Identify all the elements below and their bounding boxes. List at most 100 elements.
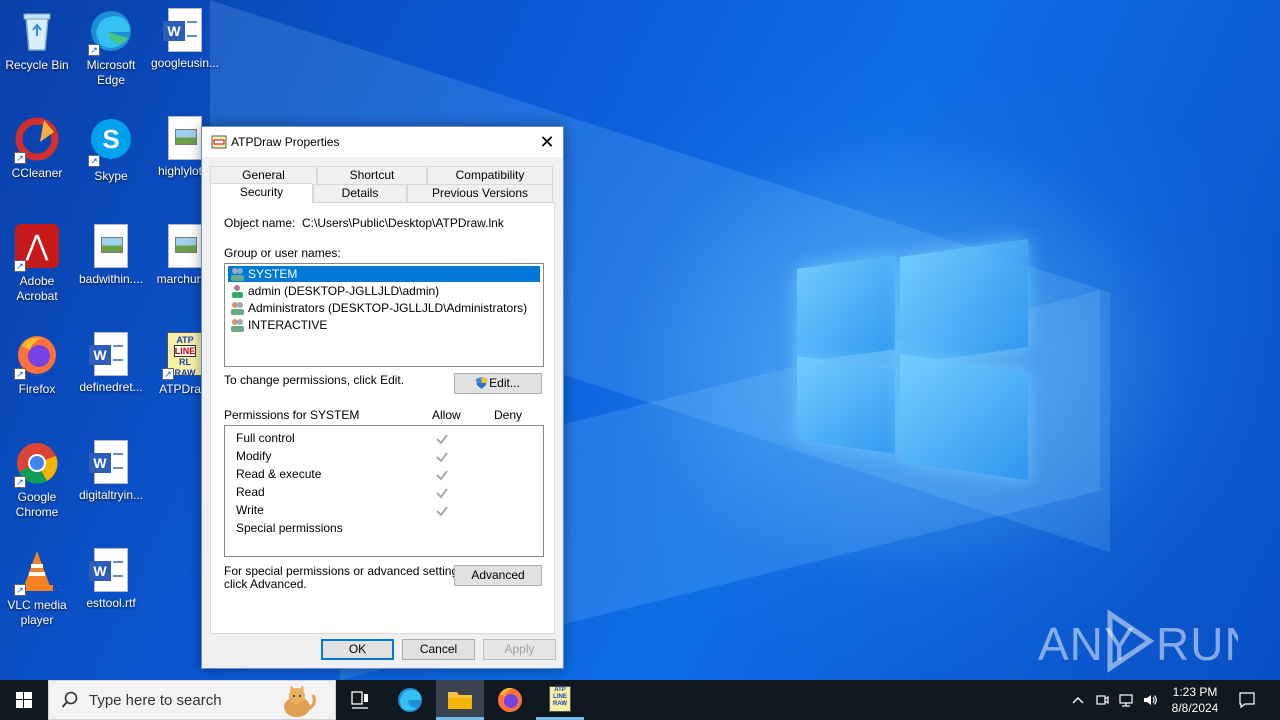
- tab-shortcut[interactable]: Shortcut: [317, 166, 427, 184]
- edit-button-label: Edit...: [489, 376, 520, 390]
- security-tab-panel: Object name: C:\Users\Public\Desktop\ATP…: [210, 202, 555, 634]
- search-icon: [61, 691, 79, 712]
- permissions-list[interactable]: Full control Modify Read & execute Read …: [224, 425, 544, 557]
- chrome-icon: ↗: [14, 440, 60, 488]
- icon-label: Google Chrome: [15, 490, 59, 519]
- logo-pane: [797, 255, 895, 363]
- desktop-icon-google-chrome[interactable]: ↗ Google Chrome: [2, 440, 72, 520]
- chevron-up-icon[interactable]: [1070, 692, 1086, 711]
- tab-label: General: [242, 168, 285, 182]
- desktop-icon-skype[interactable]: S ↗ Skype: [76, 116, 146, 184]
- allow-checkmark-icon: [435, 450, 449, 464]
- user-row-system[interactable]: SYSTEM: [228, 266, 540, 282]
- desktop-icon-ccleaner[interactable]: ↗ CCleaner: [2, 116, 72, 181]
- user-row-administrators[interactable]: Administrators (DESKTOP-JGLLJLD\Administ…: [228, 300, 540, 316]
- desktop-icon-badwithin[interactable]: badwithin....: [76, 224, 146, 287]
- change-permissions-hint: To change permissions, click Edit.: [224, 373, 405, 387]
- user-name: admin (DESKTOP-JGLLJLD\admin): [248, 284, 440, 298]
- permission-row: Write: [236, 503, 264, 517]
- advanced-hint-line2: click Advanced.: [224, 577, 307, 591]
- volume-icon[interactable]: [1142, 692, 1158, 711]
- clock-time: 1:23 PM: [1172, 685, 1218, 699]
- group-user-list[interactable]: SYSTEM admin (DESKTOP-JGLLJLD\admin) Adm…: [224, 263, 544, 367]
- dialog-titlebar[interactable]: ATPDraw Properties ✕: [202, 127, 563, 157]
- desktop-icon-esttool[interactable]: W esttool.rtf: [76, 548, 146, 611]
- image-file-icon: [168, 116, 202, 160]
- taskbar-firefox[interactable]: [486, 680, 534, 720]
- notification-icon[interactable]: [1238, 691, 1256, 712]
- desktop-icon-firefox[interactable]: ↗ Firefox: [2, 332, 72, 397]
- apply-button[interactable]: Apply: [483, 639, 556, 660]
- desktop-icon-googleusin[interactable]: W googleusin...: [150, 8, 220, 71]
- icon-label: Microsoft Edge: [86, 58, 136, 87]
- user-group-icon: [230, 318, 245, 332]
- desktop-icon-microsoft-edge[interactable]: ↗ Microsoft Edge: [76, 8, 146, 88]
- taskbar-file-explorer[interactable]: [436, 680, 484, 720]
- shortcut-arrow-icon: ↗: [14, 584, 26, 596]
- tab-security[interactable]: Security: [210, 183, 313, 203]
- permission-row: Read & execute: [236, 467, 322, 481]
- skype-icon: S ↗: [88, 119, 134, 167]
- shortcut-arrow-icon: ↗: [14, 368, 26, 380]
- close-button[interactable]: ✕: [531, 127, 563, 157]
- allow-checkmark-icon: [435, 486, 449, 500]
- permissions-header: Permissions for SYSTEM: [224, 408, 360, 422]
- desktop-icon-vlc[interactable]: ↗ VLC media player: [2, 548, 72, 628]
- taskbar-edge[interactable]: [386, 680, 434, 720]
- icon-label: VLC media player: [7, 598, 67, 627]
- taskbar-search-box[interactable]: Type here to search: [48, 680, 336, 720]
- tab-compatibility[interactable]: Compatibility: [427, 166, 553, 184]
- shortcut-arrow-icon: ↗: [14, 260, 26, 272]
- close-icon: ✕: [539, 132, 555, 152]
- tab-previous-versions[interactable]: Previous Versions: [407, 184, 553, 202]
- user-name: SYSTEM: [248, 267, 298, 281]
- clock[interactable]: 1:23 PM 8/8/2024: [1166, 684, 1224, 716]
- tab-general[interactable]: General: [210, 166, 317, 184]
- cancel-button[interactable]: Cancel: [402, 639, 475, 660]
- icon-label: Skype: [94, 169, 128, 183]
- desktop-icon-digitaltryin[interactable]: W digitaltryin...: [76, 440, 146, 503]
- user-group-icon: [230, 267, 245, 281]
- start-button[interactable]: [0, 680, 48, 720]
- logo-pane: [900, 354, 1028, 480]
- desktop-icon-recycle-bin[interactable]: Recycle Bin: [2, 8, 72, 73]
- acrobat-icon: ⋀ ↗: [14, 224, 60, 272]
- image-file-icon: [94, 224, 128, 268]
- taskbar: Type here to search ATP LINE RAW 1:23 PM 8…: [0, 680, 1280, 720]
- search-placeholder: Type here to search: [89, 692, 222, 709]
- tab-label: Details: [341, 186, 379, 200]
- shortcut-arrow-icon: ↗: [88, 44, 100, 56]
- user-group-icon: [230, 301, 245, 315]
- clock-date: 8/8/2024: [1171, 701, 1219, 715]
- advanced-button[interactable]: Advanced: [454, 565, 542, 586]
- user-name: Administrators (DESKTOP-JGLLJLD\Administ…: [248, 301, 528, 315]
- group-names-label: Group or user names:: [224, 246, 341, 260]
- tab-details[interactable]: Details: [313, 184, 407, 202]
- desktop-icon-definedret[interactable]: W definedret...: [76, 332, 146, 395]
- word-document-icon: W: [89, 440, 128, 484]
- icon-label: Adobe Acrobat: [16, 274, 58, 303]
- desktop-icon-adobe-acrobat[interactable]: ⋀ ↗ Adobe Acrobat: [2, 224, 72, 304]
- permission-row: Modify: [236, 449, 272, 463]
- edit-button[interactable]: Edit...: [454, 373, 542, 394]
- properties-dialog: ATPDraw Properties ✕ General Shortcut Co…: [201, 126, 564, 669]
- network-icon[interactable]: [1118, 692, 1134, 711]
- allow-checkmark-icon: [435, 432, 449, 446]
- icon-label: Firefox: [18, 382, 56, 396]
- meet-now-icon[interactable]: [1094, 692, 1110, 711]
- ok-button[interactable]: OK: [321, 639, 394, 660]
- task-view-button[interactable]: [336, 680, 384, 720]
- watermark-logo: ANY RUN: [1038, 609, 1238, 673]
- ccleaner-icon: ↗: [14, 116, 60, 164]
- allow-column-header: Allow: [432, 408, 461, 422]
- taskbar-atpdraw[interactable]: ATP LINE RAW: [536, 680, 584, 720]
- tab-label: Security: [239, 185, 284, 199]
- edge-icon: ↗: [88, 8, 134, 56]
- shortcut-arrow-icon: ↗: [162, 368, 174, 380]
- user-row-interactive[interactable]: INTERACTIVE: [228, 317, 540, 333]
- firefox-icon: ↗: [14, 332, 60, 380]
- uac-shield-icon: [476, 376, 488, 389]
- advanced-hint: For special permissions or advanced sett…: [224, 564, 468, 578]
- user-row-admin[interactable]: admin (DESKTOP-JGLLJLD\admin): [228, 283, 540, 299]
- edge-icon: [398, 688, 422, 712]
